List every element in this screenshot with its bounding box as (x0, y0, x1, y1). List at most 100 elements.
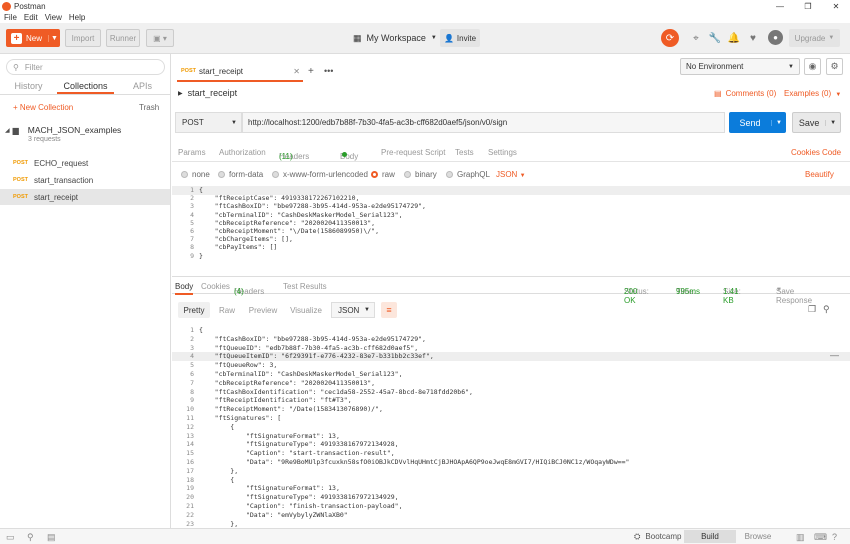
chevron-down-icon[interactable]: ▼ (771, 119, 786, 126)
code-link[interactable]: Code (822, 148, 841, 157)
response-format-select[interactable]: JSON ▼ (331, 302, 375, 318)
examples-link[interactable]: Examples (0) ▼ (784, 89, 841, 98)
code-line: "cbPayItems": [] (199, 243, 278, 252)
radio-raw[interactable]: raw (371, 170, 395, 179)
wrench-icon[interactable]: 🔧 (709, 32, 721, 44)
menu-file[interactable]: File (4, 13, 17, 22)
radio-form-data[interactable]: form-data (218, 170, 263, 179)
wrap-lines-button[interactable]: ≡ (381, 302, 397, 318)
avatar[interactable]: ● (768, 30, 783, 45)
close-tab-icon[interactable]: ✕ (293, 67, 300, 76)
search-icon[interactable]: ⚲ (27, 532, 34, 543)
menu-view[interactable]: View (45, 13, 62, 22)
search-icon[interactable]: ⚲ (823, 304, 830, 315)
code-line: "Data": "9Re9BoMUlp3fcuxkn58sfO0iOBJkCDV… (199, 458, 630, 466)
runner-button[interactable]: Runner (106, 29, 140, 47)
view-preview-button[interactable]: Preview (247, 302, 279, 318)
environment-quick-look-button[interactable]: ◉ (804, 58, 821, 75)
build-button[interactable]: Build (684, 530, 736, 543)
keyboard-icon[interactable]: ⌨ (814, 532, 827, 543)
layout-icon[interactable]: ▥ (796, 532, 805, 543)
response-body-viewer[interactable]: 1 {2 "ftCashBoxID": "bbe97288-3b95-414d-9… (172, 326, 850, 528)
tab-response-cookies[interactable]: Cookies (201, 282, 230, 291)
invite-button[interactable]: 👤 Invite (440, 29, 480, 47)
tab-params[interactable]: Params (178, 148, 206, 157)
console-icon[interactable]: ▤ (47, 532, 56, 543)
tab-authorization[interactable]: Authorization (219, 148, 266, 157)
comments-link[interactable]: ▤ Comments (0) (714, 89, 776, 98)
code-line: "ftReceiptIdentification": "ft#T3", (199, 396, 352, 405)
filter-input[interactable]: ⚲ Filter (6, 59, 165, 75)
radio-icon (446, 171, 453, 178)
bell-icon[interactable]: 🔔 (728, 32, 740, 44)
caret-down-icon[interactable]: ◢ (5, 127, 10, 134)
radio-none[interactable]: none (181, 170, 210, 179)
upgrade-button[interactable]: Upgrade ▼ (789, 29, 840, 47)
tab-history[interactable]: History (0, 78, 57, 94)
code-line: "ftQueueID": "edb7b88f-7b30-4fa5-ac3b-cf… (199, 343, 419, 352)
radio-binary[interactable]: binary (404, 170, 437, 179)
body-format-select[interactable]: JSON ▼ (496, 170, 526, 179)
collection-item[interactable]: ◢ ▆ MACH_JSON_examples 3 requests (5, 125, 165, 143)
chevron-down-icon[interactable]: ▼ (48, 34, 60, 42)
code-line: "ftSignatureFormat": 13, (199, 431, 340, 440)
line-number: 19 (186, 484, 194, 493)
request-body-editor[interactable]: 1 {2 "ftReceiptCase": 4919338172267102210… (172, 186, 850, 266)
invite-label: Invite (456, 33, 477, 43)
method-select[interactable]: POST ▼ (175, 112, 242, 133)
tab-test-results[interactable]: Test Results (283, 282, 327, 291)
copy-icon[interactable]: ❐ (808, 304, 816, 315)
radio-graphql[interactable]: GraphQL (446, 170, 490, 179)
request-item-start-transaction[interactable]: POST start_transaction (0, 172, 170, 188)
request-item-start-receipt[interactable]: POST start_receipt (0, 189, 170, 205)
new-window-button[interactable]: ▣ ▾ (146, 29, 174, 47)
view-raw-button[interactable]: Raw (216, 302, 238, 318)
minimize-button[interactable]: — (766, 2, 794, 11)
radio-label: raw (382, 170, 395, 179)
workspace-selector[interactable]: ▦ My Workspace ▼ (353, 29, 437, 47)
radio-urlencoded[interactable]: x-www-form-urlencoded (272, 170, 368, 179)
save-button[interactable]: Save ▼ (792, 112, 841, 133)
help-icon[interactable]: ? (832, 532, 837, 542)
view-visualize-button[interactable]: Visualize (289, 302, 323, 318)
code-line: "ftSignatureType": 4919338167972134928, (199, 440, 399, 449)
menu-help[interactable]: Help (69, 13, 85, 22)
tab-tests[interactable]: Tests (455, 148, 474, 157)
chevron-down-icon[interactable]: ▼ (825, 119, 840, 126)
maximize-button[interactable]: ❐ (794, 2, 822, 11)
new-button[interactable]: + New ▼ (6, 29, 60, 47)
beautify-button[interactable]: Beautify (805, 170, 834, 179)
sidebar-toggle-icon[interactable]: ▭ (6, 532, 15, 543)
tab-settings[interactable]: Settings (488, 148, 517, 157)
request-tab[interactable]: POST start_receipt ✕ (177, 62, 303, 82)
close-button[interactable]: ✕ (822, 2, 850, 11)
tab-options-button[interactable]: ••• (324, 66, 333, 76)
new-collection-button[interactable]: + New Collection (13, 103, 73, 112)
trash-button[interactable]: Trash (139, 103, 159, 112)
environment-select[interactable]: No Environment ▼ (680, 58, 800, 75)
request-item-echo[interactable]: POST ECHO_request (0, 155, 170, 171)
bootcamp-button[interactable]: ⛭ Bootcamp (634, 532, 681, 542)
send-button[interactable]: Send ▼ (729, 112, 786, 133)
manage-environments-button[interactable]: ⚙ (826, 58, 843, 75)
heart-icon[interactable]: ♥ (747, 32, 759, 44)
plus-icon: + (308, 66, 314, 77)
menu-edit[interactable]: Edit (24, 13, 38, 22)
browse-button[interactable]: Browse (736, 530, 780, 543)
cookies-link[interactable]: Cookies (791, 148, 820, 157)
tab-prerequest-script[interactable]: Pre-request Script (381, 148, 445, 157)
add-tab-button[interactable]: + (308, 66, 314, 77)
method-label: POST (182, 118, 204, 127)
satellite-icon[interactable]: ⌖ (690, 32, 702, 44)
request-title[interactable]: ▶ start_receipt (178, 88, 237, 98)
tab-apis[interactable]: APIs (114, 78, 171, 94)
chevron-down-icon: ▼ (776, 287, 782, 293)
import-button[interactable]: Import (65, 29, 101, 47)
url-input[interactable]: http://localhost:1200/edb7b88f-7b30-4fa5… (242, 112, 725, 133)
sync-icon[interactable]: ⟳ (661, 29, 679, 47)
view-pretty-button[interactable]: Pretty (178, 302, 210, 318)
comment-icon: ▤ (714, 89, 722, 98)
tab-response-body[interactable]: Body (175, 282, 194, 295)
code-line: "ftCashBoxID": "bbe97288-3b95-414d-953a-… (199, 202, 426, 211)
tab-collections[interactable]: Collections (57, 78, 114, 94)
